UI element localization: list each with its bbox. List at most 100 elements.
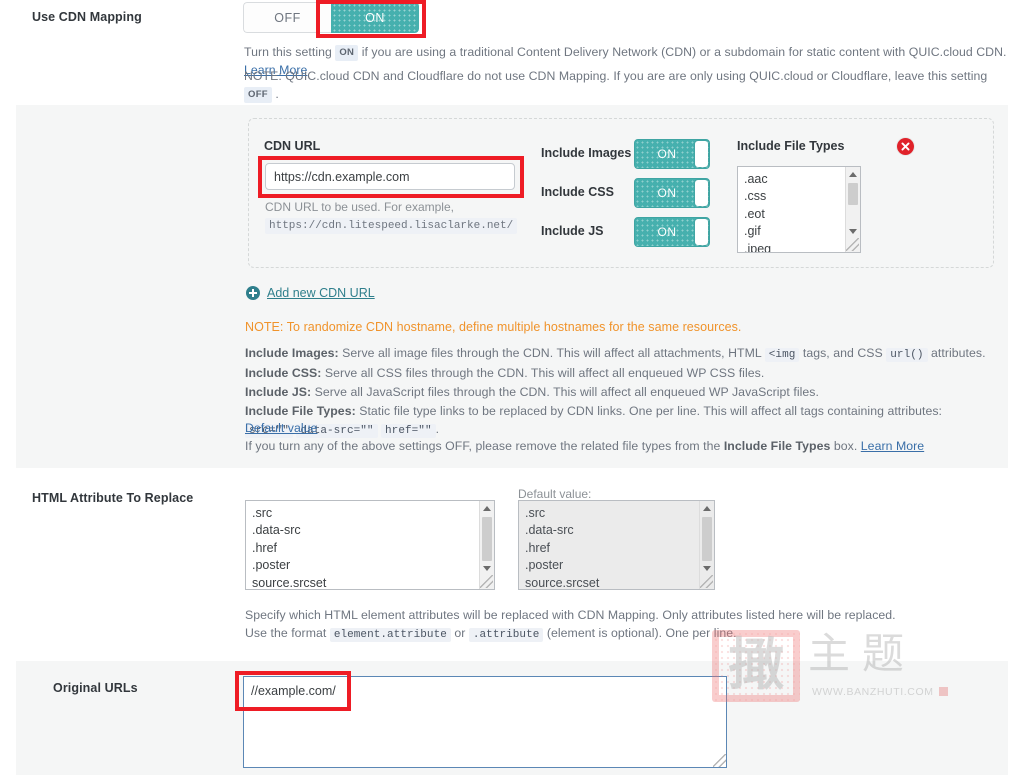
- help-ft-a: Static file type links to be replaced by…: [355, 404, 942, 418]
- include-js-toggle-label: ON: [657, 225, 677, 239]
- scroll-up-arrow-icon[interactable]: [846, 167, 860, 181]
- list-item[interactable]: .src: [252, 505, 476, 522]
- default-value-listbox: .src .data-src .href .poster source.srcs…: [518, 500, 715, 590]
- use-cdn-mapping-description-2: NOTE: QUIC.cloud CDN and Cloudflare do n…: [244, 68, 1014, 104]
- cdn-url-title: CDN URL: [264, 139, 321, 153]
- original-urls-label: Original URLs: [53, 681, 138, 695]
- include-css-help: Include CSS: Serve all CSS files through…: [245, 365, 1015, 383]
- default-value-caption: Default value:: [518, 487, 592, 501]
- list-item[interactable]: .href: [252, 540, 476, 557]
- url-func-code: url(): [886, 348, 928, 362]
- turnoff-a: If you turn any of the above settings OF…: [245, 439, 724, 453]
- default-value-link-wrap: Default value: [245, 420, 317, 438]
- toggle-knob: [695, 180, 708, 206]
- scrollbar-thumb[interactable]: [848, 183, 858, 205]
- include-images-help: Include Images: Serve all image files th…: [245, 345, 1015, 364]
- use-cdn-mapping-toggle-group[interactable]: OFF ON: [243, 2, 419, 33]
- html-attribute-description-1: Specify which HTML element attributes wi…: [245, 608, 896, 622]
- list-item[interactable]: .jpeg: [744, 241, 842, 252]
- list-item: .src: [525, 506, 546, 520]
- list-item: source.srcset: [525, 575, 600, 590]
- list-item[interactable]: .data-src: [252, 522, 476, 539]
- attr-desc2-a: Use the format: [245, 626, 330, 640]
- attribute-code: .attribute: [468, 628, 544, 642]
- include-css-label: Include CSS: [541, 185, 614, 199]
- resize-grip-icon[interactable]: [700, 575, 713, 588]
- element-attribute-code: element.attribute: [329, 628, 451, 642]
- html-attribute-items: .src .data-src .href .poster source.srcs…: [252, 505, 476, 589]
- help-images-b: tags, and CSS: [799, 346, 887, 360]
- list-item[interactable]: .poster: [252, 557, 476, 574]
- cdn-url-example: https://cdn.litespeed.lisaclarke.net/: [265, 218, 518, 234]
- turnoff-bold: Include File Types: [723, 439, 831, 453]
- include-images-toggle-label: ON: [657, 147, 677, 161]
- include-css-toggle[interactable]: ON: [634, 178, 710, 208]
- resize-grip-icon[interactable]: [480, 575, 493, 588]
- help-ft-bold: Include File Types:: [245, 404, 356, 418]
- list-item: .poster: [525, 558, 564, 573]
- use-cdn-mapping-on-button[interactable]: ON: [331, 2, 419, 33]
- include-file-types-listbox[interactable]: .aac .css .eot .gif .jpeg: [737, 166, 861, 253]
- scrollbar-thumb[interactable]: [702, 517, 712, 561]
- add-new-cdn-url-label: Add new CDN URL: [267, 286, 375, 300]
- include-js-label: Include JS: [541, 224, 604, 238]
- cdn-settings-page: Use CDN Mapping OFF ON Turn this setting…: [0, 0, 1024, 775]
- include-images-toggle[interactable]: ON: [634, 139, 710, 169]
- default-value-items: .src .data-src .href .poster source.srcs…: [525, 505, 696, 589]
- list-item[interactable]: .css: [744, 188, 842, 205]
- list-item[interactable]: .aac: [744, 171, 842, 188]
- original-urls-textarea[interactable]: //example.com/: [243, 676, 727, 768]
- learn-more-link-file-types[interactable]: Learn More: [861, 439, 924, 453]
- desc2-text-a: NOTE: QUIC.cloud CDN and Cloudflare do n…: [244, 69, 988, 83]
- plus-circle-icon: [246, 286, 260, 300]
- help-js-text: Serve all JavaScript files through the C…: [311, 385, 819, 399]
- help-images-bold: Include Images:: [245, 346, 339, 360]
- scroll-down-arrow-icon[interactable]: [846, 224, 860, 238]
- resize-grip-icon[interactable]: [846, 238, 859, 251]
- include-file-types-items: .aac .css .eot .gif .jpeg: [744, 171, 842, 252]
- include-file-types-help: Include File Types: Static file type lin…: [245, 403, 1024, 440]
- help-js-bold: Include JS:: [245, 385, 312, 399]
- use-cdn-mapping-label: Use CDN Mapping: [32, 10, 142, 24]
- turnoff-b: box.: [830, 439, 858, 453]
- html-attribute-description-2: Use the format element.attribute or .att…: [245, 625, 945, 644]
- list-item[interactable]: .gif: [744, 223, 842, 240]
- include-images-label: Include Images: [541, 146, 632, 160]
- desc1-text-a: Turn this setting: [244, 45, 332, 59]
- scroll-up-arrow-icon[interactable]: [700, 501, 714, 515]
- turn-off-help: If you turn any of the above settings OF…: [245, 438, 1024, 456]
- include-css-toggle-label: ON: [657, 186, 677, 200]
- help-images-c: attributes.: [927, 346, 986, 360]
- desc1-text-b: if you are using a traditional Content D…: [361, 45, 1007, 59]
- help-ft-b: .: [435, 421, 440, 436]
- list-item[interactable]: .eot: [744, 206, 842, 223]
- list-item[interactable]: source.srcset: [252, 575, 476, 589]
- help-css-bold: Include CSS:: [245, 366, 322, 380]
- toggle-knob: [695, 141, 708, 167]
- html-attribute-listbox[interactable]: .src .data-src .href .poster source.srcs…: [245, 500, 495, 590]
- on-pill-icon: ON: [335, 45, 359, 61]
- img-tag-code: <img: [764, 348, 800, 362]
- off-pill-icon: OFF: [244, 86, 272, 103]
- textarea-resize-grip-icon[interactable]: [713, 754, 726, 767]
- attr-desc2-b: or: [450, 626, 469, 640]
- scroll-down-arrow-icon[interactable]: [480, 561, 494, 575]
- cdn-url-input[interactable]: [265, 163, 515, 190]
- use-cdn-mapping-off-button[interactable]: OFF: [243, 2, 331, 33]
- html-attribute-to-replace-label: HTML Attribute To Replace: [32, 491, 194, 505]
- default-value-link[interactable]: Default value: [245, 421, 317, 435]
- list-item: .data-src: [525, 523, 574, 538]
- attr-desc2-c: (element is optional). One per line.: [543, 626, 737, 640]
- help-images-a: Serve all image files through the CDN. T…: [338, 346, 765, 360]
- scroll-up-arrow-icon[interactable]: [480, 501, 494, 515]
- close-circle-icon[interactable]: [897, 138, 914, 155]
- desc2-text-b: .: [275, 86, 279, 101]
- add-new-cdn-url-button[interactable]: Add new CDN URL: [246, 286, 375, 300]
- randomize-hostname-note: NOTE: To randomize CDN hostname, define …: [245, 320, 742, 334]
- scroll-down-arrow-icon[interactable]: [700, 561, 714, 575]
- include-js-help: Include JS: Serve all JavaScript files t…: [245, 384, 1015, 402]
- include-file-types-title: Include File Types: [737, 139, 845, 153]
- href-attr-code: href="": [381, 423, 436, 438]
- include-js-toggle[interactable]: ON: [634, 217, 710, 247]
- scrollbar-thumb[interactable]: [482, 517, 492, 561]
